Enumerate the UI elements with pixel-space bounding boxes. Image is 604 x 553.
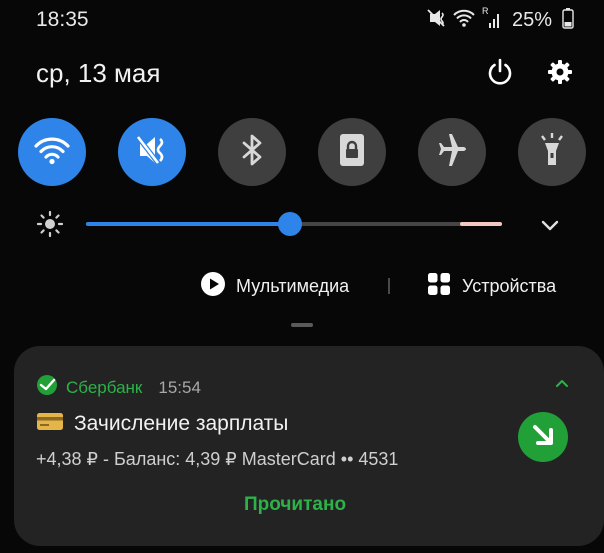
devices-label: Устройства [462,275,557,296]
app-name: Сбербанк [66,377,143,397]
mute-vibrate-icon [134,133,170,172]
media-row: Мультимедиа Устройства [0,270,604,302]
drag-handle[interactable] [291,323,313,327]
status-time: 18:35 [36,8,89,31]
signal-icon: R [482,6,502,30]
chevron-up-icon [554,377,570,394]
arrow-down-right-icon [527,419,559,456]
brightness-limit-marker [460,222,502,226]
power-button[interactable] [484,58,516,90]
brightness-row [30,205,570,245]
mark-read-button[interactable]: Прочитано [244,494,346,516]
incoming-transfer-button[interactable] [518,412,568,462]
credit-card-icon [36,410,64,437]
play-icon [200,271,226,302]
mute-vibrate-icon [426,8,446,33]
notification-title-row: Зачисление зарплаты [36,410,288,437]
notification-title: Зачисление зарплаты [74,411,289,435]
gear-icon [546,58,574,91]
multimedia-label: Мультимедиа [236,275,350,296]
chevron-down-icon [538,220,562,241]
tile-bluetooth[interactable] [218,118,286,186]
lock-icon [337,132,367,173]
tile-wifi[interactable] [18,118,86,186]
notification-text: +4,38 ₽ - Баланс: 4,39 ₽ MasterCard •• 4… [36,449,399,469]
collapse-button[interactable] [554,376,570,395]
flashlight-icon [537,132,567,173]
sberbank-logo-icon [36,374,58,401]
tile-rotation-lock[interactable] [318,118,386,186]
bluetooth-icon [238,133,266,172]
date-label: ср, 13 мая [36,58,161,88]
settings-button[interactable] [544,58,576,90]
sun-icon [36,210,64,243]
brightness-fill [86,222,290,226]
devices-grid-icon [426,271,452,302]
wifi-icon [452,8,476,33]
notification-time: 15:54 [158,377,201,397]
notification-header: Сбербанк 15:54 [36,374,201,401]
status-bar: 18:35 R 25% [0,0,604,40]
divider [388,278,390,294]
tile-airplane-mode[interactable] [418,118,486,186]
brightness-slider[interactable] [86,212,502,236]
status-icons: R 25% [426,6,574,34]
devices-button[interactable]: Устройства [426,270,556,302]
battery-icon [562,7,574,34]
tile-sound-mode[interactable] [118,118,186,186]
airplane-icon [434,133,470,172]
quick-tiles [18,118,586,188]
battery-percent: 25% [511,8,552,31]
power-icon [485,57,515,92]
multimedia-button[interactable]: Мультимедиа [200,270,349,302]
expand-button[interactable] [538,213,562,242]
notification-card[interactable]: Сбербанк 15:54 Зачисление зарплаты +4,38… [14,346,604,546]
brightness-thumb[interactable] [277,212,302,236]
wifi-icon [33,135,71,170]
tile-flashlight[interactable] [518,118,586,186]
